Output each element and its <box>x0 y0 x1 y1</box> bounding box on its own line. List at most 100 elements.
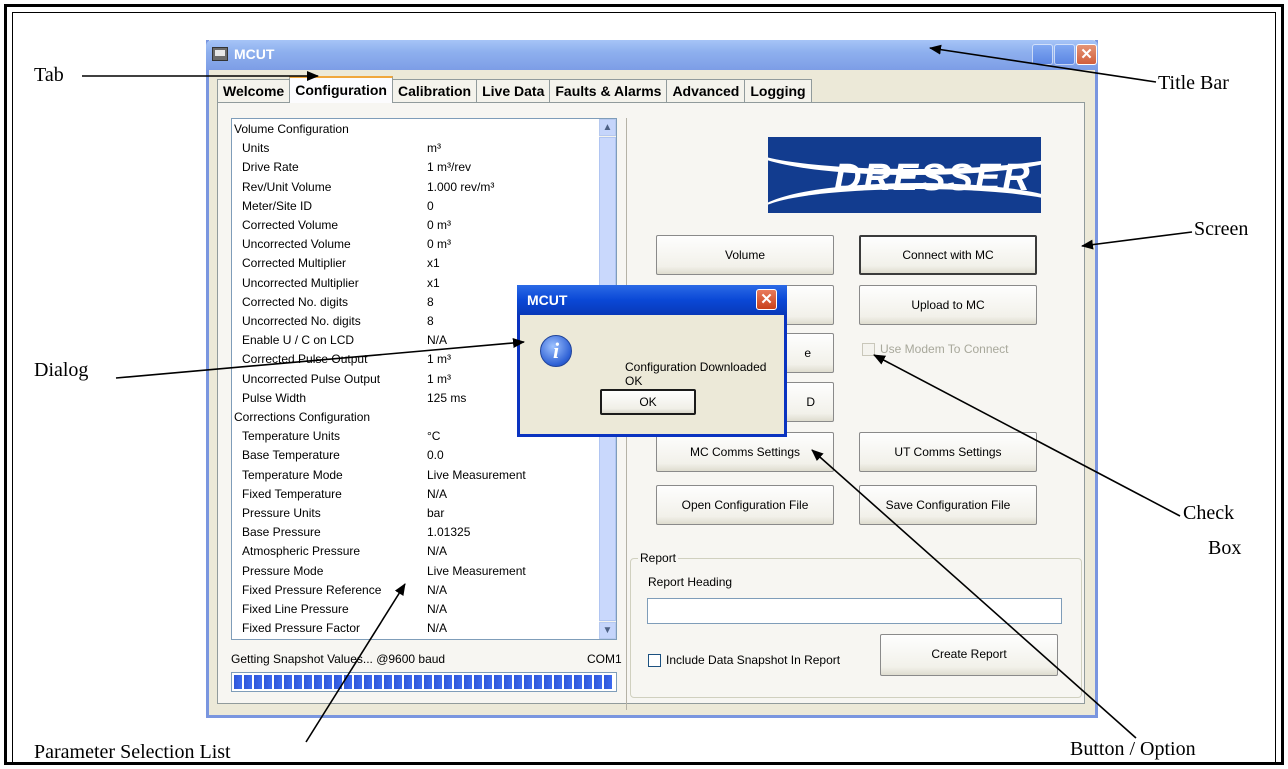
window-title: MCUT <box>234 46 275 62</box>
title-bar[interactable]: MCUT ✕ <box>206 40 1098 70</box>
tab-configuration[interactable]: Configuration <box>289 76 393 103</box>
minimize-button[interactable] <box>1032 44 1053 65</box>
parameter-name: Uncorrected Multiplier <box>242 275 359 290</box>
parameter-row[interactable]: Meter/Site ID 0 <box>232 197 600 216</box>
parameter-value: 8 <box>427 314 434 328</box>
parameter-value: 0 <box>427 198 434 213</box>
parameter-row[interactable]: Fixed Line Pressure N/A <box>232 600 600 619</box>
parameter-row[interactable]: Drive Rate 1 m³/rev <box>232 158 600 177</box>
parameter-row[interactable]: Fixed Pressure Reference N/A <box>232 581 600 600</box>
parameter-row[interactable]: Fixed Temperature N/A <box>232 485 600 504</box>
parameter-name: Fixed Temperature <box>242 486 342 501</box>
create-report-button[interactable]: Create Report <box>880 634 1058 676</box>
tab-calibration[interactable]: Calibration <box>391 79 478 103</box>
parameter-value: 8 <box>427 294 434 309</box>
parameter-row[interactable]: Pressure Mode Live Measurement <box>232 562 600 581</box>
parameter-row[interactable]: Units m³ <box>232 139 600 158</box>
tab-live-data[interactable]: Live Data <box>476 79 551 103</box>
app-icon <box>212 47 228 61</box>
ut-comms-settings-button[interactable]: UT Comms Settings <box>859 432 1037 472</box>
parameter-value: bar <box>427 506 445 520</box>
parameter-name: Pressure Units <box>242 506 321 520</box>
mc-comms-settings-button[interactable]: MC Comms Settings <box>656 432 834 472</box>
parameter-value: 1 m³/rev <box>427 160 472 175</box>
parameter-row[interactable]: Temperature Mode Live Measurement <box>232 466 600 485</box>
parameter-value: °C <box>427 429 441 444</box>
parameter-name: Units <box>242 141 270 156</box>
parameter-row[interactable]: Base Pressure 1.01325 <box>232 523 600 542</box>
close-button[interactable]: ✕ <box>1076 44 1097 65</box>
annotation-parameter-list: Parameter Selection List <box>34 741 231 763</box>
parameter-value: 0 m³ <box>427 218 451 232</box>
annotation-check: Check <box>1183 502 1235 524</box>
parameter-value: N/A <box>427 582 448 597</box>
parameter-group-header[interactable]: Volume Configuration <box>232 120 600 139</box>
report-heading-input[interactable] <box>647 598 1062 624</box>
parameter-value: Live Measurement <box>427 563 526 578</box>
annotation-screen: Screen <box>1194 218 1249 240</box>
parameter-name: Fixed Pressure Reference <box>242 582 382 597</box>
parameter-row[interactable]: Corrected Multiplier x1 <box>232 254 600 273</box>
parameter-name: Base Pressure <box>242 525 321 540</box>
parameter-name: Uncorrected No. digits <box>242 314 361 328</box>
parameter-name: Fixed Pressure Factor <box>242 621 361 636</box>
parameter-value: 1 m³ <box>427 352 451 367</box>
maximize-button[interactable] <box>1054 44 1075 65</box>
parameter-value: N/A <box>427 602 448 616</box>
use-modem-label: Use Modem To Connect <box>880 342 1009 356</box>
parameter-row[interactable]: Fixed Pressure Factor N/A <box>232 619 600 638</box>
parameter-row[interactable]: Base Temperature 0.0 <box>232 446 600 465</box>
parameter-name: Temperature Mode <box>242 467 343 482</box>
parameter-value: N/A <box>427 544 448 559</box>
parameter-name: Pressure Mode <box>242 563 324 578</box>
include-snapshot-label: Include Data Snapshot In Report <box>666 653 841 667</box>
parameter-name: Meter/Site ID <box>242 198 313 213</box>
parameter-row[interactable]: Uncorrected Volume 0 m³ <box>232 235 600 254</box>
parameter-value: x1 <box>427 256 440 271</box>
dialog-title-bar[interactable]: MCUT ✕ <box>517 285 787 315</box>
parameter-name: Rev/Unit Volume <box>242 179 332 194</box>
parameter-row[interactable]: Corrected Volume 0 m³ <box>232 216 600 235</box>
parameter-value: 1 m³ <box>427 371 451 386</box>
parameter-name: Volume Configuration <box>234 122 349 136</box>
parameter-row[interactable]: Rev/Unit Volume 1.000 rev/m³ <box>232 178 600 197</box>
annotation-title-bar: Title Bar <box>1158 72 1229 94</box>
volume-button[interactable]: Volume <box>656 235 834 275</box>
parameter-value: x1 <box>427 275 440 290</box>
tab-logging[interactable]: Logging <box>744 79 812 103</box>
progress-bar <box>231 672 617 692</box>
parameter-value: 0.0 <box>427 448 444 463</box>
annotation-box: Box <box>1208 537 1242 559</box>
parameter-name: Corrected Pulse Output <box>242 352 368 367</box>
scroll-down-icon[interactable]: ▼ <box>599 622 616 639</box>
tab-advanced[interactable]: Advanced <box>666 79 746 103</box>
parameter-value: Live Measurement <box>427 467 526 482</box>
use-modem-checkbox[interactable] <box>862 343 875 356</box>
dialog-close-icon[interactable]: ✕ <box>756 289 777 310</box>
dialog-ok-button[interactable]: OK <box>600 389 696 415</box>
annotation-dialog: Dialog <box>34 359 89 381</box>
parameter-name: Corrected Volume <box>242 218 339 232</box>
progress-fill <box>234 675 614 689</box>
parameter-row[interactable]: Atmospheric Pressure N/A <box>232 542 600 561</box>
tab-faults-alarms[interactable]: Faults & Alarms <box>549 79 668 103</box>
include-snapshot-checkbox[interactable] <box>648 654 661 667</box>
dresser-logo: DRESSER <box>768 137 1041 213</box>
annotation-tab: Tab <box>34 64 64 86</box>
tab-strip: Welcome Configuration Calibration Live D… <box>217 76 812 103</box>
dialog-message: Configuration Downloaded OK <box>625 360 767 388</box>
save-configuration-file-button[interactable]: Save Configuration File <box>859 485 1037 525</box>
connect-with-mc-button[interactable]: Connect with MC <box>859 235 1037 275</box>
parameter-name: Temperature Units <box>242 429 341 444</box>
report-legend: Report <box>638 551 679 565</box>
open-configuration-file-button[interactable]: Open Configuration File <box>656 485 834 525</box>
status-text: Getting Snapshot Values... @9600 baud <box>231 652 446 666</box>
annotation-button-option: Button / Option <box>1070 738 1196 760</box>
report-heading-label: Report Heading <box>648 575 733 589</box>
parameter-name: Fixed Line Pressure <box>242 602 349 616</box>
upload-to-mc-button[interactable]: Upload to MC <box>859 285 1037 325</box>
tab-welcome[interactable]: Welcome <box>217 79 291 103</box>
parameter-row[interactable]: Pressure Units bar <box>232 504 600 523</box>
scroll-up-icon[interactable]: ▲ <box>599 119 616 136</box>
parameter-value: N/A <box>427 333 448 348</box>
